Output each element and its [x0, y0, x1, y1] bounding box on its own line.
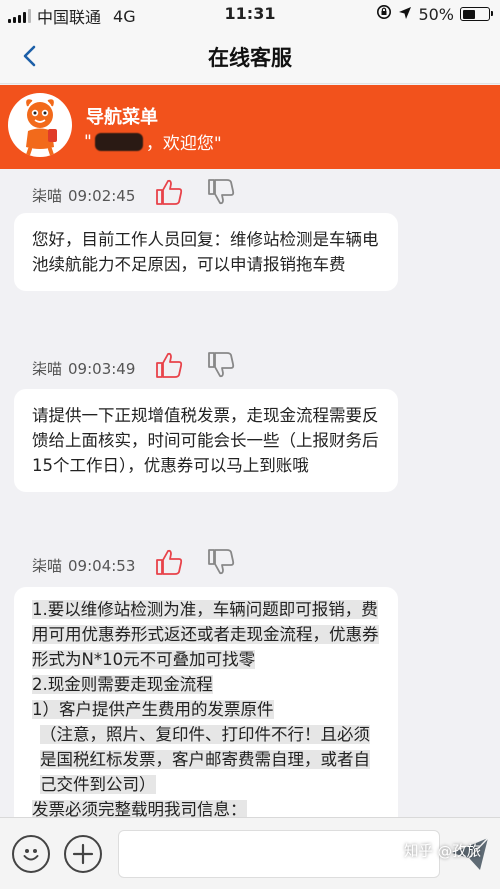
message-text: 请提供一下正规增值税发票，走现金流程需要反馈给上面核实，时间可能会长一些（上报财…	[32, 406, 379, 475]
nav-menu-banner[interactable]: 导航菜单 " ，欢迎您"	[0, 85, 500, 169]
add-button[interactable]	[64, 835, 102, 873]
message-bubble: 您好，目前工作人员回复：维修站检测是车辆电池续航能力不足原因，可以申请报销拖车费	[14, 213, 398, 291]
smiley-icon	[23, 849, 39, 861]
message-time: 09:02:45	[68, 186, 136, 205]
battery-fill	[462, 9, 475, 19]
status-bar: 中国联通 4G 11:31 50%	[0, 0, 500, 28]
thumbs-up-icon[interactable]	[154, 350, 184, 380]
plus-icon	[72, 843, 94, 865]
thumbs-up-icon[interactable]	[154, 547, 184, 577]
location-icon	[398, 5, 412, 24]
message-text: 发票必须完整载明我司信息：	[32, 797, 380, 817]
message-text: （注意，照片、复印件、打印件不行！且必须是国税红标发票，客户邮寄费需自理，或者自…	[32, 722, 380, 797]
banner-title: 导航菜单	[86, 107, 158, 128]
sender-name: 柒喵	[32, 557, 63, 575]
thumbs-down-icon[interactable]	[206, 350, 236, 380]
message-time: 09:04:53	[68, 556, 136, 575]
message-bubble: 请提供一下正规增值税发票，走现金流程需要反馈给上面核实，时间可能会长一些（上报财…	[14, 389, 398, 492]
watermark: 知乎 @孜旅	[404, 844, 482, 860]
highlighted-text: 1）客户提供产生费用的发票原件	[32, 700, 274, 719]
message-time: 09:03:49	[68, 359, 136, 378]
highlighted-text: 2.现金则需要走现金流程	[32, 675, 213, 694]
mascot-avatar	[8, 93, 72, 157]
rotation-lock-icon	[376, 4, 392, 24]
highlighted-text: （注意，照片、复印件、打印件不行！且必须是国税红标发票，客户邮寄费需自理，或者自…	[40, 725, 370, 794]
page-title: 在线客服	[208, 46, 292, 70]
message-header: 柒喵 09:02:45	[32, 185, 135, 206]
welcome-prefix: "	[84, 131, 92, 152]
message-text: 1.要以维修站检测为准，车辆问题即可报销，费用可用优惠券形式返还或者走现金流程，…	[32, 597, 380, 672]
highlighted-text: 发票必须完整载明我司信息：	[32, 800, 247, 817]
sender-name: 柒喵	[32, 360, 63, 378]
chat-area[interactable]: 柒喵 09:02:45 您好，目前工作人员回复：维修站检测是车辆电池续航能力不足…	[0, 169, 500, 817]
redacted-username	[94, 132, 143, 151]
thumbs-down-icon[interactable]	[206, 547, 236, 577]
nav-bar: 在线客服	[0, 28, 500, 84]
message-header: 柒喵 09:03:49	[32, 358, 135, 379]
sender-name: 柒喵	[32, 187, 63, 205]
battery-icon	[460, 7, 493, 21]
message-text: 1）客户提供产生费用的发票原件	[32, 697, 380, 722]
thumbs-up-icon[interactable]	[154, 177, 184, 207]
status-right: 50%	[376, 4, 493, 24]
welcome-suffix: ，欢迎您"	[145, 134, 222, 154]
message-header: 柒喵 09:04:53	[32, 555, 135, 576]
highlighted-text: 1.要以维修站检测为准，车辆问题即可报销，费用可用优惠券形式返还或者走现金流程，…	[32, 600, 379, 669]
message-text: 您好，目前工作人员回复：维修站检测是车辆电池续航能力不足原因，可以申请报销拖车费	[32, 230, 379, 274]
message-input[interactable]	[118, 830, 440, 878]
message-text: 2.现金则需要走现金流程	[32, 672, 380, 697]
thumbs-down-icon[interactable]	[206, 177, 236, 207]
emoji-button[interactable]	[12, 835, 50, 873]
message-bubble: 1.要以维修站检测为准，车辆问题即可报销，费用可用优惠券形式返还或者走现金流程，…	[14, 587, 398, 817]
welcome-text: " ，欢迎您"	[84, 129, 222, 155]
battery-percent: 50%	[418, 4, 454, 24]
